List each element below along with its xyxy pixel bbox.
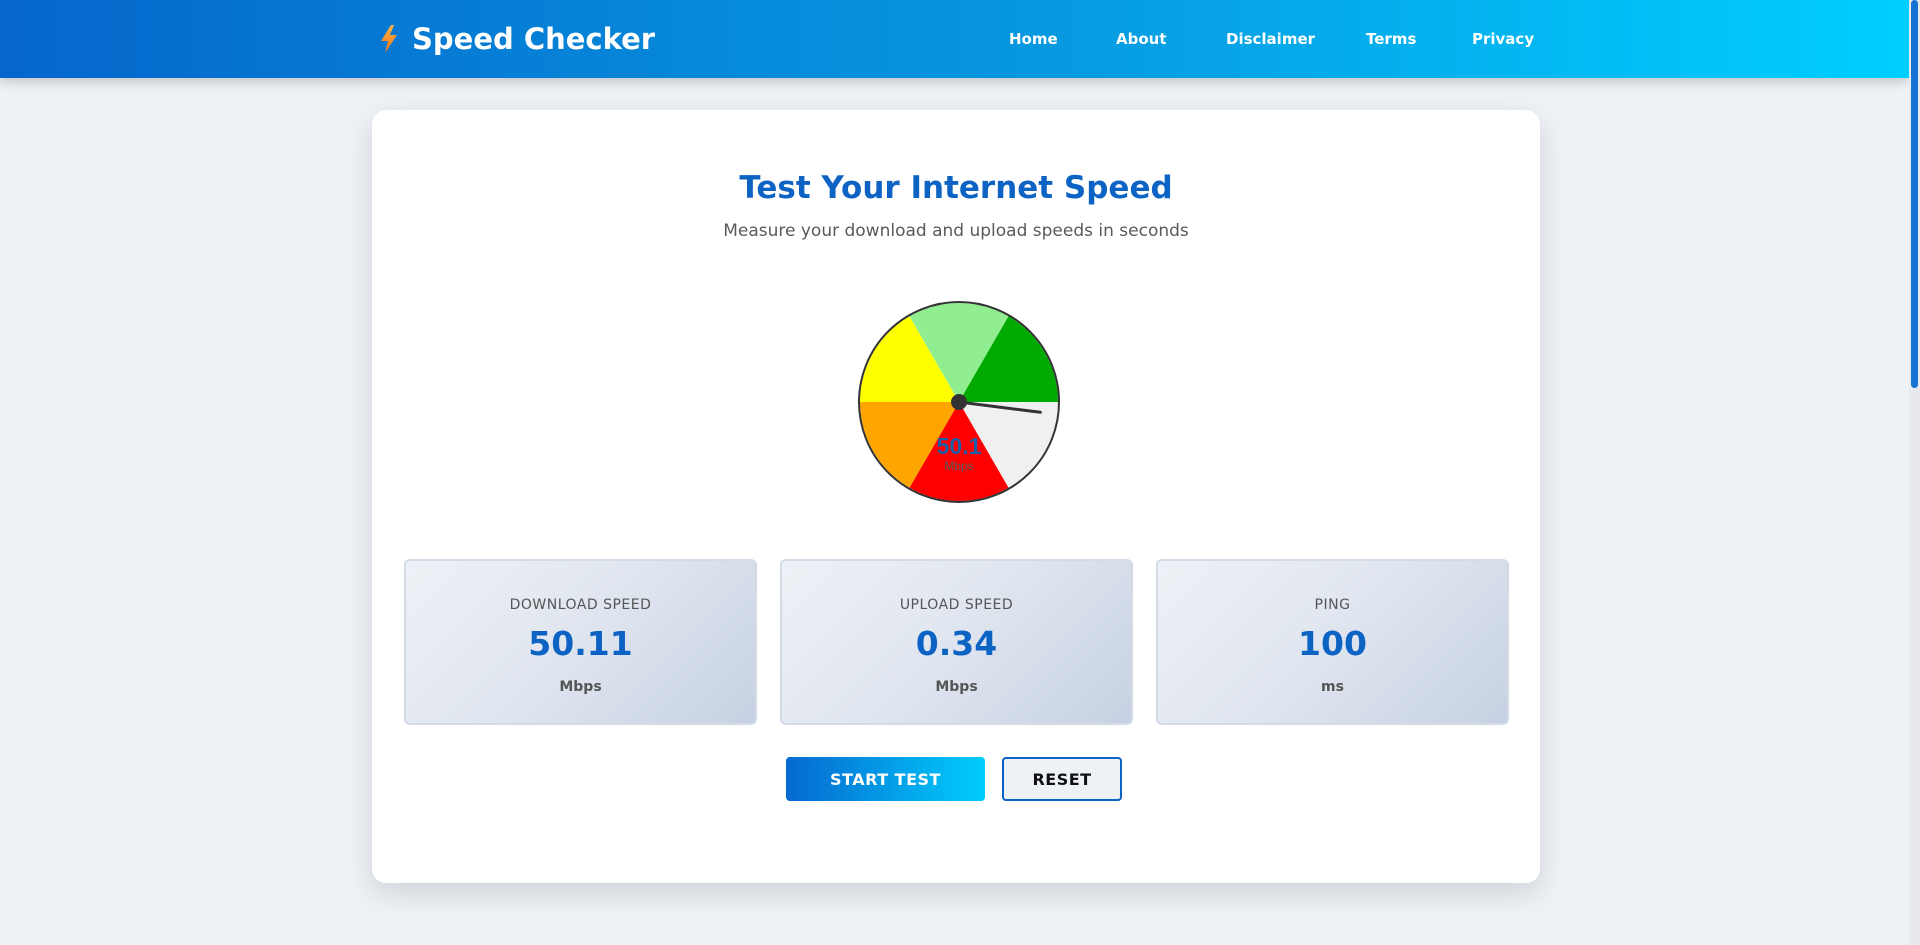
below-fold-content	[960, 938, 1020, 945]
nav-home[interactable]: Home	[1009, 30, 1058, 48]
ping-card: PING 100 ms	[1156, 559, 1509, 725]
upload-speed-unit: Mbps	[935, 679, 978, 695]
top-navbar: Speed Checker Home About Disclaimer Term…	[0, 0, 1909, 78]
gauge-hub	[951, 394, 967, 410]
ping-value: 100	[1298, 624, 1367, 663]
speed-gauge: 50.1 Mbps	[858, 301, 1060, 503]
gauge-value: 50.1	[937, 433, 982, 459]
nav-disclaimer[interactable]: Disclaimer	[1226, 30, 1315, 48]
upload-speed-card: UPLOAD SPEED 0.34 Mbps	[780, 559, 1133, 725]
page-scrollbar[interactable]	[1909, 0, 1920, 945]
nav-terms[interactable]: Terms	[1366, 30, 1416, 48]
scrollbar-thumb[interactable]	[1911, 0, 1918, 388]
ping-unit: ms	[1321, 679, 1344, 695]
main-nav: Home About Disclaimer Terms Privacy	[0, 30, 1909, 50]
download-speed-value: 50.11	[528, 624, 633, 663]
speed-test-card: Test Your Internet Speed Measure your do…	[372, 110, 1540, 883]
upload-speed-label: UPLOAD SPEED	[899, 597, 1014, 613]
download-speed-label: DOWNLOAD SPEED	[509, 597, 652, 613]
nav-privacy[interactable]: Privacy	[1472, 30, 1534, 48]
reset-button[interactable]: RESET	[1002, 757, 1122, 801]
page-subtitle: Measure your download and upload speeds …	[723, 221, 1189, 241]
nav-about[interactable]: About	[1116, 30, 1167, 48]
start-test-button[interactable]: START TEST	[786, 757, 985, 801]
page-title: Test Your Internet Speed	[739, 170, 1173, 206]
download-speed-card: DOWNLOAD SPEED 50.11 Mbps	[404, 559, 757, 725]
ping-label: PING	[1314, 597, 1351, 613]
gauge-unit: Mbps	[944, 459, 973, 473]
download-speed-unit: Mbps	[559, 679, 602, 695]
upload-speed-value: 0.34	[915, 624, 998, 663]
